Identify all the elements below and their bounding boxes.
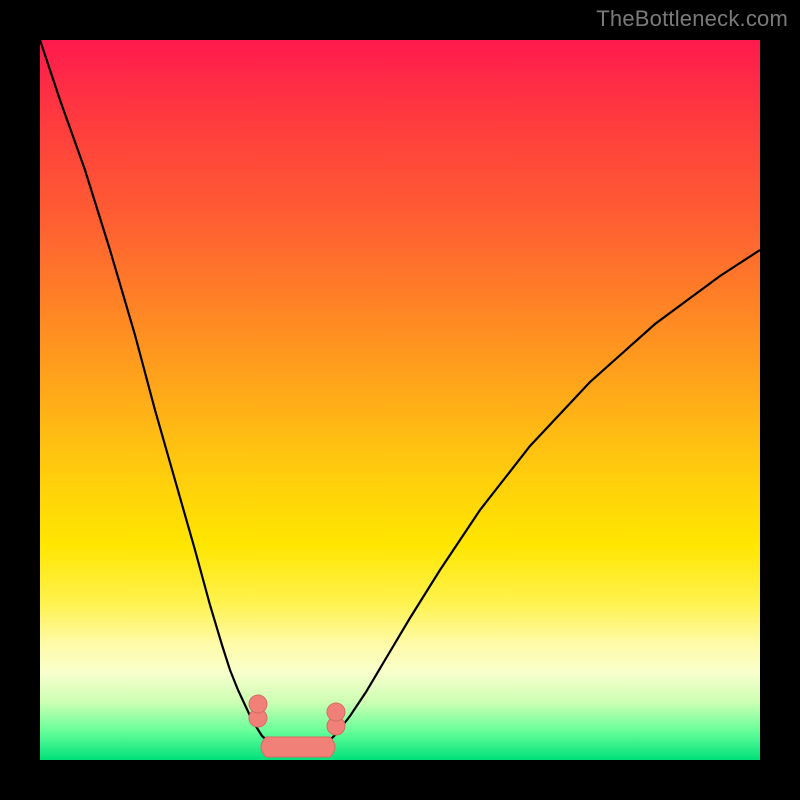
curve-right-branch <box>324 250 760 746</box>
marker-bottom-blob <box>261 737 335 757</box>
marker-group <box>249 695 345 757</box>
marker-right-bottom <box>327 703 345 721</box>
chart-svg <box>40 40 760 760</box>
watermark-text: TheBottleneck.com <box>596 6 788 32</box>
marker-left-bottom <box>249 695 267 713</box>
plot-area <box>40 40 760 760</box>
chart-frame: TheBottleneck.com <box>0 0 800 800</box>
curve-left-branch <box>40 40 274 746</box>
